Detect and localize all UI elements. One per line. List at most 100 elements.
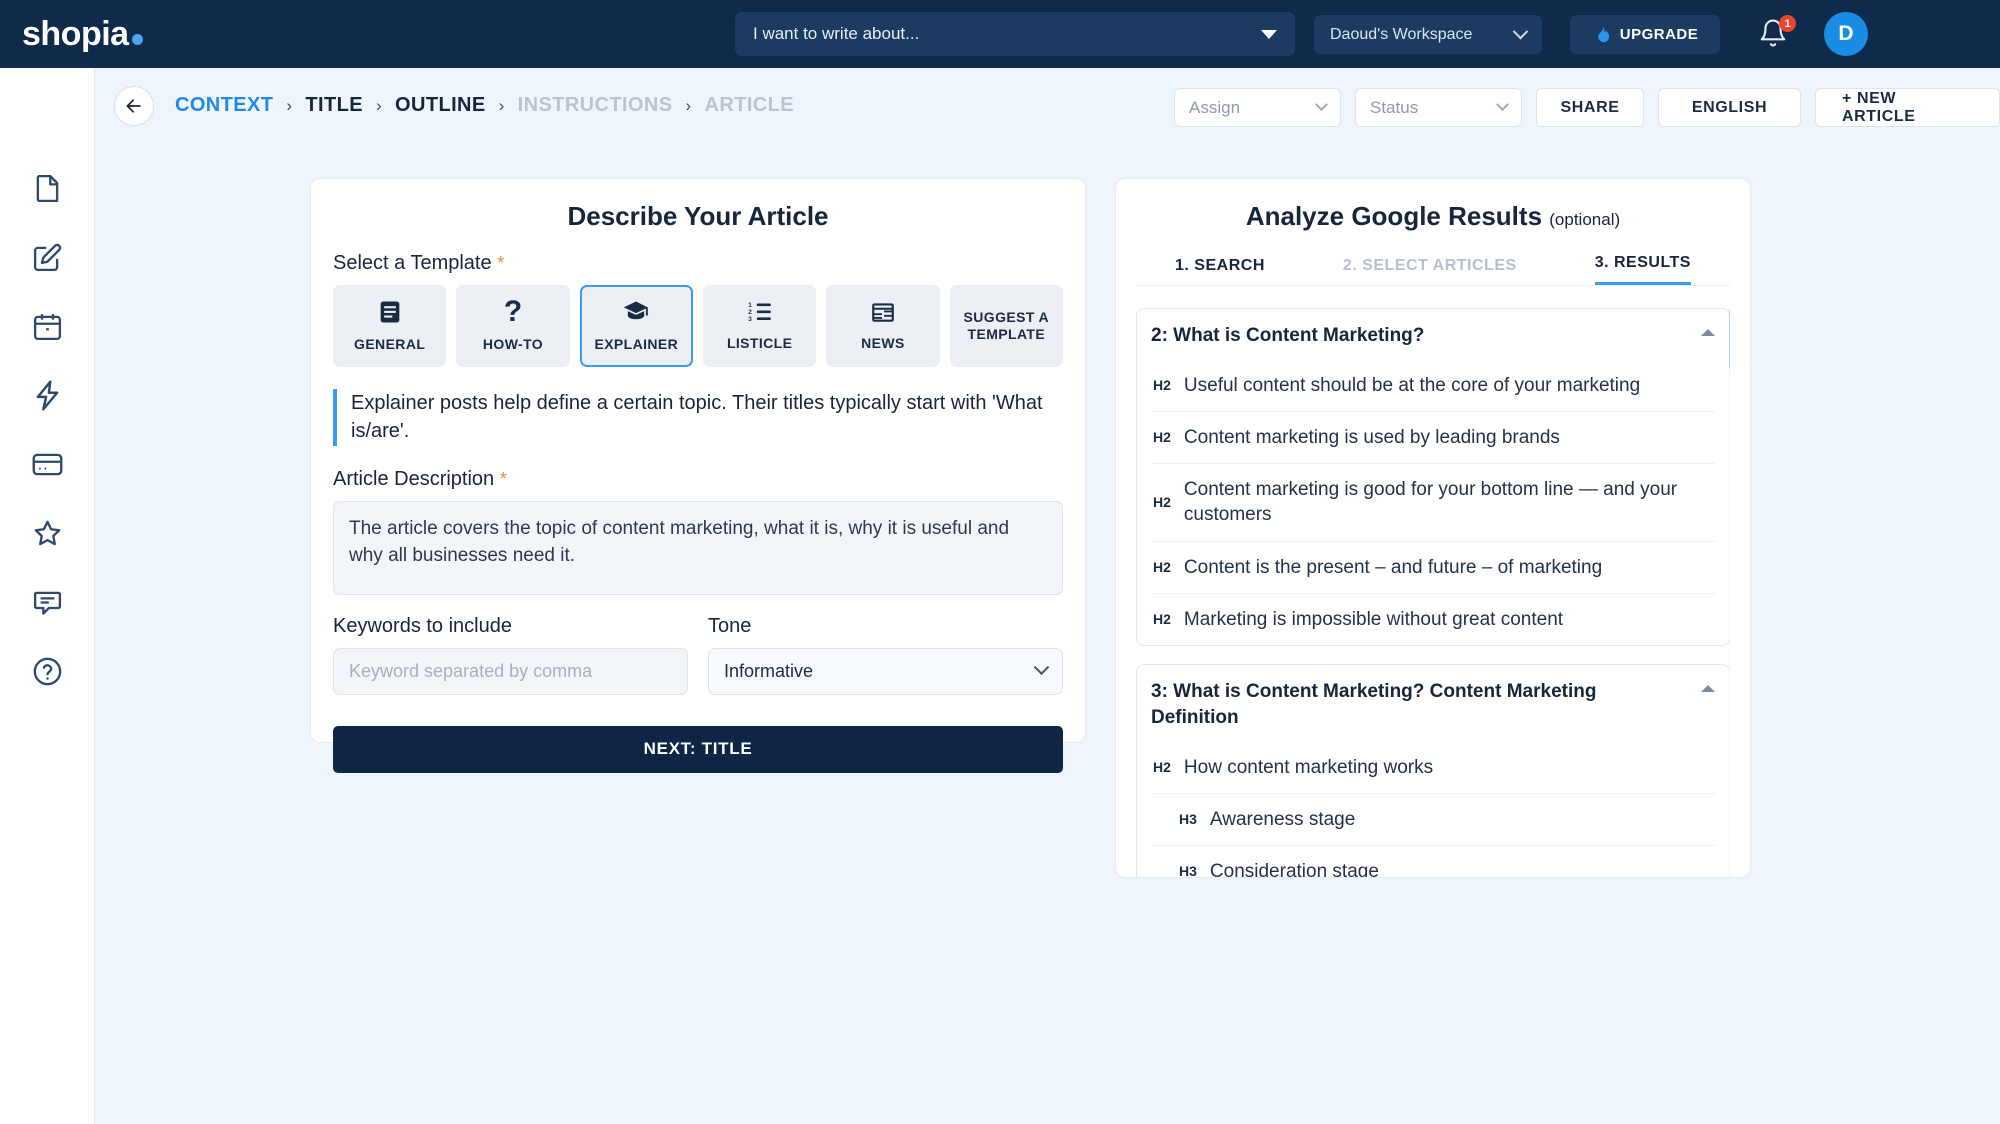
calendar-icon[interactable] <box>31 310 64 343</box>
breadcrumb-separator: › <box>499 96 505 116</box>
breadcrumb: CONTEXT › TITLE › OUTLINE › INSTRUCTIONS… <box>175 94 794 117</box>
breadcrumb-step-article[interactable]: ARTICLE <box>705 94 794 117</box>
assign-dropdown[interactable]: Assign <box>1174 88 1341 127</box>
article-description-textarea[interactable]: The article covers the topic of content … <box>333 501 1063 595</box>
heading-text: Content is the present – and future – of… <box>1184 555 1602 580</box>
keywords-label: Keywords to include <box>333 615 688 638</box>
result-heading-row[interactable]: H2 Useful content should be at the core … <box>1151 360 1715 411</box>
tone-label: Tone <box>708 615 1063 638</box>
language-button[interactable]: ENGLISH <box>1658 88 1801 127</box>
result-group-header[interactable]: 2: What is Content Marketing? <box>1151 323 1715 360</box>
breadcrumb-separator: › <box>685 96 691 116</box>
breadcrumb-step-instructions[interactable]: INSTRUCTIONS <box>518 94 673 117</box>
credit-card-icon[interactable] <box>31 448 64 481</box>
heading-level: H2 <box>1153 376 1171 395</box>
breadcrumb-separator: › <box>376 96 382 116</box>
page-title: Describe Your Article <box>333 201 1063 232</box>
lightning-bolt-icon[interactable] <box>31 379 64 412</box>
numbered-list-icon: 1 2 3 <box>746 299 774 325</box>
heading-text: Awareness stage <box>1210 807 1355 832</box>
result-group-header[interactable]: 3: What is Content Marketing? Content Ma… <box>1151 679 1715 741</box>
status-dropdown[interactable]: Status <box>1355 88 1522 127</box>
breadcrumb-step-context[interactable]: CONTEXT <box>175 94 273 117</box>
template-option-explainer[interactable]: EXPLAINER <box>580 285 693 367</box>
notifications-button[interactable]: 1 <box>1758 18 1792 52</box>
flame-icon <box>1592 25 1612 45</box>
template-label: NEWS <box>861 335 905 353</box>
template-label: EXPLAINER <box>594 336 678 354</box>
newspaper-icon <box>869 299 897 325</box>
keywords-field-group: Keywords to include Keyword separated by… <box>333 615 688 695</box>
template-label: HOW-TO <box>483 336 543 354</box>
app-logo[interactable]: shopia <box>22 15 143 54</box>
article-description-text: Article Description <box>333 468 494 490</box>
heading-level: H2 <box>1153 428 1171 447</box>
avatar[interactable]: D <box>1824 12 1868 56</box>
graduation-cap-icon <box>621 298 651 326</box>
results-scrollbar-track[interactable] <box>1729 308 1730 878</box>
heading-level: H2 <box>1153 610 1171 629</box>
help-circle-icon[interactable] <box>31 655 64 688</box>
keywords-input[interactable]: Keyword separated by comma <box>333 648 688 695</box>
breadcrumb-step-title[interactable]: TITLE <box>305 94 363 117</box>
tone-field-group: Tone Informative <box>708 615 1063 695</box>
heading-level: H2 <box>1153 493 1171 512</box>
upgrade-button[interactable]: UPGRADE <box>1570 15 1720 54</box>
template-description-note: Explainer posts help define a certain to… <box>333 389 1063 446</box>
template-option-suggest[interactable]: SUGGEST A TEMPLATE <box>950 285 1063 367</box>
article-lines-icon <box>376 298 404 326</box>
result-heading-row[interactable]: H2 Content is the present – and future –… <box>1151 541 1715 593</box>
analyze-title: Analyze Google Results (optional) <box>1136 201 1730 232</box>
tab-search[interactable]: 1. SEARCH <box>1175 257 1265 285</box>
result-heading-row[interactable]: H2 Marketing is impossible without great… <box>1151 593 1715 645</box>
chevron-down-icon <box>1513 24 1529 40</box>
edit-square-icon[interactable] <box>31 241 64 274</box>
logo-dot-icon <box>132 34 143 45</box>
keywords-tone-row: Keywords to include Keyword separated by… <box>333 615 1063 695</box>
chevron-down-icon <box>1261 30 1277 39</box>
template-option-news[interactable]: NEWS <box>826 285 939 367</box>
write-about-dropdown[interactable]: I want to write about... <box>735 12 1295 56</box>
chat-bubble-icon[interactable] <box>31 586 64 619</box>
tone-select[interactable]: Informative <box>708 648 1063 695</box>
tab-results[interactable]: 3. RESULTS <box>1595 254 1691 285</box>
assign-label: Assign <box>1189 98 1240 118</box>
template-label: SUGGEST A TEMPLATE <box>952 309 1061 344</box>
upgrade-label: UPGRADE <box>1620 26 1699 43</box>
analyze-title-optional: (optional) <box>1549 210 1620 229</box>
back-button[interactable] <box>114 86 154 126</box>
workspace-selector[interactable]: Daoud's Workspace <box>1314 15 1542 54</box>
results-scrollbar-thumb[interactable] <box>1729 308 1730 370</box>
template-options: GENERAL ? HOW-TO EXPLAINER 1 <box>333 285 1063 367</box>
chevron-up-icon[interactable] <box>1701 685 1715 692</box>
template-option-how-to[interactable]: ? HOW-TO <box>456 285 569 367</box>
heading-text: Content marketing is used by leading bra… <box>1184 425 1560 450</box>
share-button[interactable]: SHARE <box>1536 88 1644 127</box>
avatar-initial: D <box>1838 22 1853 46</box>
star-icon[interactable] <box>31 517 64 550</box>
chevron-down-icon <box>1034 659 1050 675</box>
top-bar: shopia I want to write about... Daoud's … <box>0 0 2000 68</box>
write-about-label: I want to write about... <box>753 24 919 44</box>
heading-text: Useful content should be at the core of … <box>1184 373 1640 398</box>
analyze-google-results-card: Analyze Google Results (optional) 1. SEA… <box>1115 178 1751 878</box>
template-option-general[interactable]: GENERAL <box>333 285 446 367</box>
template-option-listicle[interactable]: 1 2 3 LISTICLE <box>703 285 816 367</box>
result-heading-row[interactable]: H3 Consideration stage <box>1151 845 1715 878</box>
status-label: Status <box>1370 98 1418 118</box>
result-heading-row[interactable]: H2 How content marketing works <box>1151 742 1715 793</box>
result-heading-row[interactable]: H3 Awareness stage <box>1151 793 1715 845</box>
heading-level: H3 <box>1179 862 1197 878</box>
result-group: 2: What is Content Marketing? H2 Useful … <box>1136 308 1730 646</box>
template-label: GENERAL <box>354 336 425 354</box>
tab-select-articles[interactable]: 2. SELECT ARTICLES <box>1343 257 1517 285</box>
new-article-button[interactable]: + NEW ARTICLE <box>1815 88 2000 127</box>
chevron-up-icon[interactable] <box>1701 329 1715 336</box>
required-asterisk: * <box>497 253 504 273</box>
document-icon[interactable] <box>31 172 64 205</box>
result-heading-row[interactable]: H2 Content marketing is good for your bo… <box>1151 463 1715 541</box>
result-heading-row[interactable]: H2 Content marketing is used by leading … <box>1151 411 1715 463</box>
breadcrumb-step-outline[interactable]: OUTLINE <box>395 94 486 117</box>
next-title-button[interactable]: NEXT: TITLE <box>333 726 1063 773</box>
select-template-label: Select a Template * <box>333 252 1063 275</box>
